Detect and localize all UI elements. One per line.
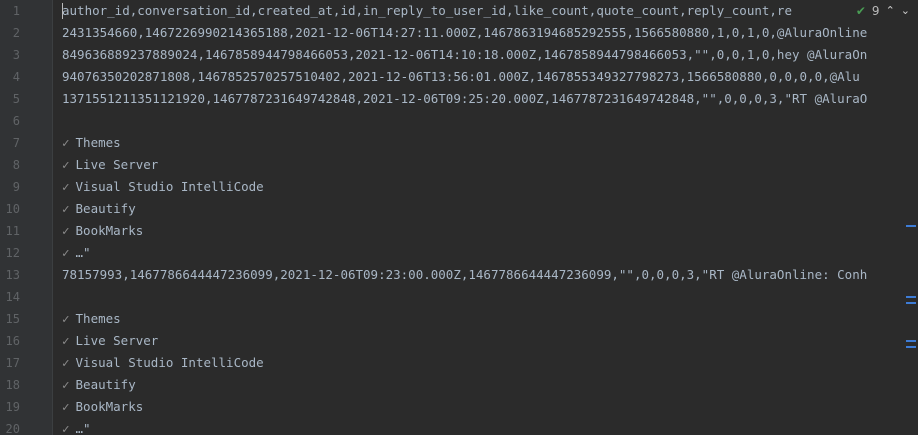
line-content: BookMarks [75, 399, 144, 414]
text-caret [62, 3, 63, 19]
code-line[interactable]: 5 1371551211351121920,1467787231649742848… [0, 88, 918, 110]
code-line[interactable]: 11 ✓ BookMarks [0, 220, 918, 242]
line-content: 940763502028718​08,1467852570257510402,2… [62, 69, 860, 84]
code-line[interactable]: 14 [0, 286, 918, 308]
check-mark-icon: ✓ [62, 377, 70, 392]
code-text: author_id,conversation_id,created_at,id,… [62, 0, 792, 22]
line-number: 2 [12, 26, 20, 40]
line-content: Themes [75, 135, 121, 150]
code-line[interactable]: 8 ✓ Live Server [0, 154, 918, 176]
line-number: 8 [12, 158, 20, 172]
code-text: ✓ BookMarks [62, 220, 143, 242]
check-mark-icon: ✓ [62, 179, 70, 194]
code-line[interactable]: 7 ✓ Themes [0, 132, 918, 154]
line-number: 1 [12, 4, 20, 18]
line-number: 16 [5, 334, 20, 348]
code-text: ✓ BookMarks [62, 396, 143, 418]
code-text: 940763502028718​08,1467852570257510402,2… [62, 66, 860, 88]
code-text: 2431354660,1467226990214365188,2021-12-0… [62, 22, 867, 44]
code-text: ✓ Themes [62, 308, 121, 330]
check-mark-icon: ✓ [62, 245, 70, 260]
code-text: 849636889237889024,1467858944798466053,2… [62, 44, 867, 66]
code-line[interactable]: 17 ✓ Visual Studio IntelliCode [0, 352, 918, 374]
line-number: 18 [5, 378, 20, 392]
check-mark-icon: ✓ [62, 355, 70, 370]
check-mark-icon: ✓ [62, 421, 70, 435]
line-number: 10 [5, 202, 20, 216]
code-line[interactable]: 3 849636889237889024,1467858944798466053,… [0, 44, 918, 66]
code-line[interactable]: 20 ✓ …" [0, 418, 918, 435]
code-line[interactable]: 6 [0, 110, 918, 132]
line-number: 12 [5, 246, 20, 260]
code-text: ✓ …" [62, 418, 91, 435]
check-mark-icon: ✓ [62, 157, 70, 172]
scroll-marker[interactable] [906, 225, 916, 227]
code-text: 78157993,1467786644447236099,2021-12-06T… [62, 264, 867, 286]
line-number: 17 [5, 356, 20, 370]
line-number: 13 [5, 268, 20, 282]
code-text: ✓ Beautify [62, 198, 136, 220]
code-line[interactable]: 2 2431354660,1467226990214365188,2021-12-… [0, 22, 918, 44]
line-number: 11 [5, 224, 20, 238]
code-line[interactable]: 18 ✓ Beautify [0, 374, 918, 396]
line-content: …" [75, 245, 91, 260]
line-content: Live Server [75, 157, 159, 172]
line-content: 1371551211351121920,1467787231649742848,… [62, 91, 868, 106]
check-mark-icon: ✓ [62, 311, 70, 326]
scroll-marker[interactable] [906, 340, 916, 342]
line-content: BookMarks [75, 223, 144, 238]
line-content: Visual Studio IntelliCode [75, 179, 264, 194]
line-content: …" [75, 421, 91, 435]
code-text: 1371551211351121920,1467787231649742848,… [62, 88, 867, 110]
check-mark-icon: ✓ [62, 333, 70, 348]
line-number: 9 [12, 180, 20, 194]
code-text: ✓ Live Server [62, 154, 158, 176]
line-number: 20 [5, 422, 20, 435]
code-line[interactable]: 9 ✓ Visual Studio IntelliCode [0, 176, 918, 198]
line-content: Visual Studio IntelliCode [75, 355, 264, 370]
line-content: 2431354660,1467226990214365188,2021-12-0… [62, 25, 868, 40]
check-mark-icon: ✓ [62, 201, 70, 216]
line-number: 15 [5, 312, 20, 326]
line-content: 78157993,1467786644447236099,2021-12-06T… [62, 267, 868, 282]
code-line[interactable]: 12 ✓ …" [0, 242, 918, 264]
code-text: ✓ …" [62, 242, 91, 264]
code-line[interactable]: 16 ✓ Live Server [0, 330, 918, 352]
line-content: Live Server [75, 333, 159, 348]
line-number: 7 [12, 136, 20, 150]
scroll-marker[interactable] [906, 346, 916, 348]
line-number: 6 [12, 114, 20, 128]
line-content: author_id,conversation_id,created_at,id,… [62, 3, 792, 18]
line-content: Beautify [75, 377, 136, 392]
code-line[interactable]: 19 ✓ BookMarks [0, 396, 918, 418]
code-text: ✓ Visual Studio IntelliCode [62, 176, 264, 198]
code-text: ✓ Visual Studio IntelliCode [62, 352, 264, 374]
code-editor[interactable]: ✔ 9 ⌃ ⌄ 1 author_id,conversation_id,creat… [0, 0, 918, 435]
scroll-marker[interactable] [906, 302, 916, 304]
line-number: 4 [12, 70, 20, 84]
line-number: 14 [5, 290, 20, 304]
code-text: ✓ Themes [62, 132, 121, 154]
check-mark-icon: ✓ [62, 223, 70, 238]
check-mark-icon: ✓ [62, 399, 70, 414]
scroll-marker[interactable] [906, 296, 916, 298]
code-line[interactable]: 4 940763502028718​08,1467852570257510402,… [0, 66, 918, 88]
code-line[interactable]: 1 author_id,conversation_id,created_at,id… [0, 0, 918, 22]
line-number: 3 [12, 48, 20, 62]
check-mark-icon: ✓ [62, 135, 70, 150]
line-content: Beautify [75, 201, 136, 216]
code-line[interactable]: 13 78157993,1467786644447236099,2021-12-0… [0, 264, 918, 286]
line-content: Themes [75, 311, 121, 326]
line-number: 5 [12, 92, 20, 106]
code-line[interactable]: 10 ✓ Beautify [0, 198, 918, 220]
line-content: 849636889237889024,1467858944798466053,2… [62, 47, 868, 62]
code-text: ✓ Beautify [62, 374, 136, 396]
code-text: ✓ Live Server [62, 330, 158, 352]
code-line[interactable]: 15 ✓ Themes [0, 308, 918, 330]
line-number: 19 [5, 400, 20, 414]
